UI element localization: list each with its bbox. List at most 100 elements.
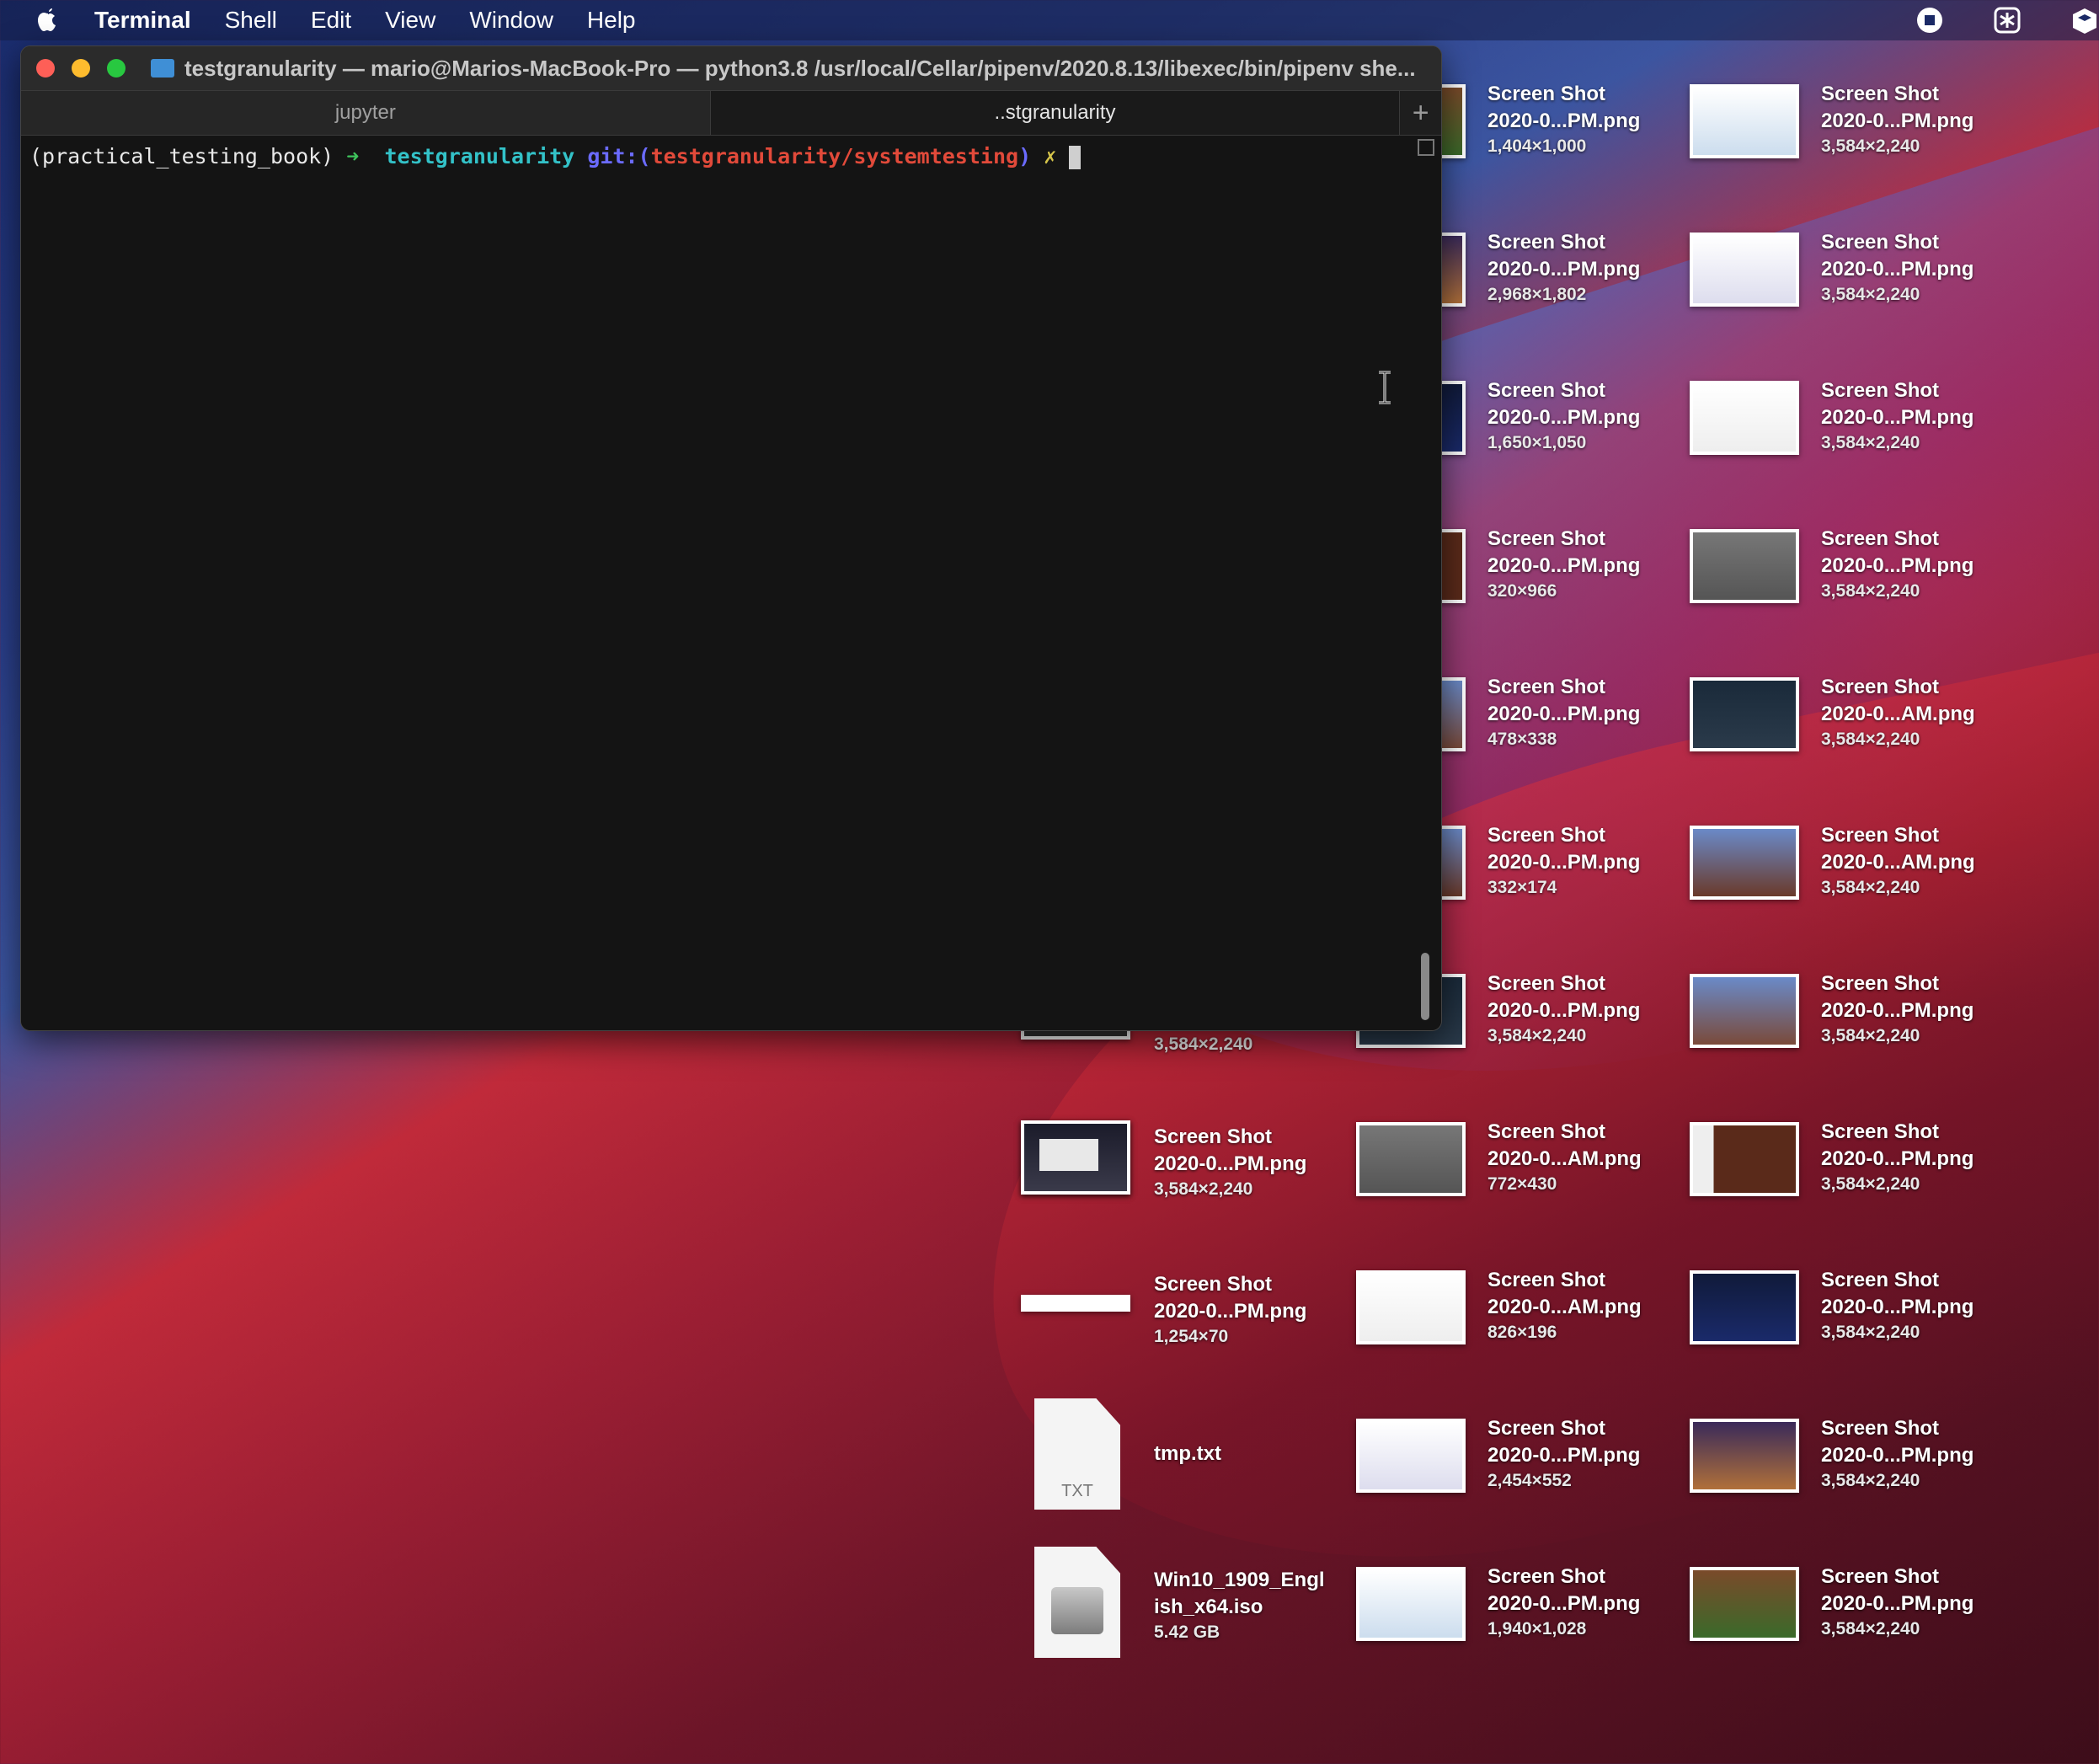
file-dims: 2,968×1,802 [1487, 285, 1587, 304]
stop-record-icon[interactable] [1915, 6, 1944, 35]
file-thumbnail [1690, 84, 1799, 158]
file-name-line1: Screen Shot [1821, 824, 1940, 847]
scroll-marker-icon[interactable] [1418, 139, 1434, 156]
file-name-line1: Screen Shot [1821, 231, 1940, 254]
text-file-icon: TXT [1034, 1398, 1120, 1510]
file-name-line2: 2020-0...PM.png [1487, 110, 1641, 132]
file-name-line2: 2020-0...PM.png [1821, 999, 1974, 1022]
file-thumbnail [1690, 826, 1799, 900]
prompt-git-prefix: git:( [587, 144, 651, 168]
file-thumbnail [1690, 529, 1799, 603]
disk-image-icon [1034, 1547, 1120, 1658]
menu-help[interactable]: Help [587, 7, 636, 34]
tab-testgranularity[interactable]: ..stgranularity [710, 91, 1401, 135]
new-tab-button[interactable]: + [1400, 91, 1441, 135]
file-thumbnail [1690, 233, 1799, 307]
file-thumbnail [1356, 1122, 1466, 1196]
file-name-line1: Win10_1909_Engl [1154, 1569, 1325, 1591]
file-dims: 3,584×2,240 [1821, 1619, 1920, 1638]
window-title: testgranularity — mario@Marios-MacBook-P… [184, 55, 1416, 81]
file-name-line1: Screen Shot [1821, 83, 1940, 105]
file-name-line2: 2020-0...PM.png [1821, 1444, 1974, 1467]
text-cursor [1069, 146, 1082, 169]
close-button[interactable] [36, 59, 55, 78]
apple-logo-icon[interactable] [32, 4, 64, 36]
file-dims: 3,584×2,240 [1154, 1034, 1253, 1054]
file-dims: 3,584×2,240 [1821, 1026, 1920, 1045]
file-name-line2: 2020-0...PM.png [1821, 1147, 1974, 1170]
file-name-line1: Screen Shot [1487, 379, 1606, 402]
file-name-line2: 2020-0...PM.png [1487, 1592, 1641, 1615]
file-dims: 3,584×2,240 [1821, 1471, 1920, 1490]
file-name-line2: 2020-0...PM.png [1487, 406, 1641, 429]
file-dims: 3,584×2,240 [1821, 285, 1920, 304]
menu-app-name[interactable]: Terminal [94, 7, 191, 34]
zoom-button[interactable] [107, 59, 126, 78]
shell-prompt: (practical_testing_book) ➜ testgranulari… [29, 144, 1082, 169]
file-name-line1: Screen Shot [1487, 231, 1606, 254]
file-name-line2: 2020-0...PM.png [1487, 258, 1641, 281]
terminal-content[interactable]: (practical_testing_book) ➜ testgranulari… [21, 136, 1441, 1030]
file-name-line1: Screen Shot [1154, 1125, 1273, 1148]
file-name-line2: 2020-0...PM.png [1487, 703, 1641, 725]
menu-window[interactable]: Window [469, 7, 553, 34]
file-thumbnail [1690, 1122, 1799, 1196]
file-dims: 478×338 [1487, 730, 1557, 749]
menu-shell[interactable]: Shell [225, 7, 277, 34]
scrollbar-thumb[interactable] [1421, 953, 1429, 1020]
file-dims: 3,584×2,240 [1821, 1323, 1920, 1342]
settings-asterisk-icon[interactable] [1993, 6, 2022, 35]
file-thumbnail [1356, 1270, 1466, 1344]
file-name-line2: 2020-0...PM.png [1487, 1444, 1641, 1467]
title-bar[interactable]: testgranularity — mario@Marios-MacBook-P… [21, 46, 1441, 90]
file-name-line1: Screen Shot [1487, 83, 1606, 105]
cube-icon[interactable] [2070, 6, 2099, 35]
file-dims: 1,650×1,050 [1487, 433, 1587, 452]
ibeam-cursor-icon [1376, 371, 1393, 404]
file-dims: 3,584×2,240 [1154, 1179, 1253, 1199]
file-thumbnail [1356, 1419, 1466, 1493]
file-name-line1: Screen Shot [1821, 527, 1940, 550]
file-dims: 1,404×1,000 [1487, 136, 1587, 156]
file-dims: 826×196 [1487, 1323, 1557, 1342]
file-name-line1: Screen Shot [1821, 1417, 1940, 1440]
file-name-line1: Screen Shot [1487, 1565, 1606, 1588]
file-name-line2: 2020-0...PM.png [1821, 110, 1974, 132]
file-name-line2: 2020-0...PM.png [1821, 1592, 1974, 1615]
file-name-line1: Screen Shot [1154, 1273, 1273, 1296]
file-name-line1: Screen Shot [1821, 972, 1940, 995]
file-name-line1: Screen Shot [1821, 676, 1940, 698]
menu-view[interactable]: View [385, 7, 435, 34]
file-name-line2: 2020-0...PM.png [1821, 554, 1974, 577]
folder-icon [151, 59, 174, 78]
file-name-line1: Screen Shot [1821, 379, 1940, 402]
file-name-line2: 2020-0...PM.png [1154, 1152, 1307, 1175]
file-name-line1: Screen Shot [1487, 972, 1606, 995]
file-name-line2: 2020-0...PM.png [1821, 258, 1974, 281]
file-thumbnail [1021, 1295, 1130, 1312]
file-name-line2: 2020-0...PM.png [1487, 851, 1641, 874]
tab-jupyter[interactable]: jupyter [21, 91, 711, 135]
file-name-line1: Screen Shot [1821, 1120, 1940, 1143]
file-name-line1: Screen Shot [1821, 1565, 1940, 1588]
prompt-branch: testgranularity/systemtesting [650, 144, 1019, 168]
file-name-line2: 2020-0...PM.png [1821, 1296, 1974, 1318]
menu-bar: Terminal Shell Edit View Window Help [0, 0, 2099, 40]
terminal-window[interactable]: testgranularity — mario@Marios-MacBook-P… [20, 45, 1442, 1031]
file-dims: 320×966 [1487, 581, 1557, 601]
minimize-button[interactable] [72, 59, 90, 78]
scrollbar[interactable] [1416, 136, 1436, 1030]
file-dims: 1,940×1,028 [1487, 1619, 1587, 1638]
file-name-line1: Screen Shot [1487, 676, 1606, 698]
file-name-line2: 2020-0...AM.png [1821, 703, 1975, 725]
file-dims: 3,584×2,240 [1821, 1174, 1920, 1194]
menu-edit[interactable]: Edit [311, 7, 351, 34]
file-dims: 5.42 GB [1154, 1622, 1220, 1642]
file-thumbnail [1690, 381, 1799, 455]
file-name-line2: 2020-0...PM.png [1154, 1300, 1307, 1323]
file-thumbnail [1356, 1567, 1466, 1641]
file-name-line1: Screen Shot [1487, 1417, 1606, 1440]
file-name-line1: Screen Shot [1487, 1269, 1606, 1291]
prompt-git-suffix: ) [1018, 144, 1032, 168]
prompt-arrow: ➜ [346, 144, 360, 168]
